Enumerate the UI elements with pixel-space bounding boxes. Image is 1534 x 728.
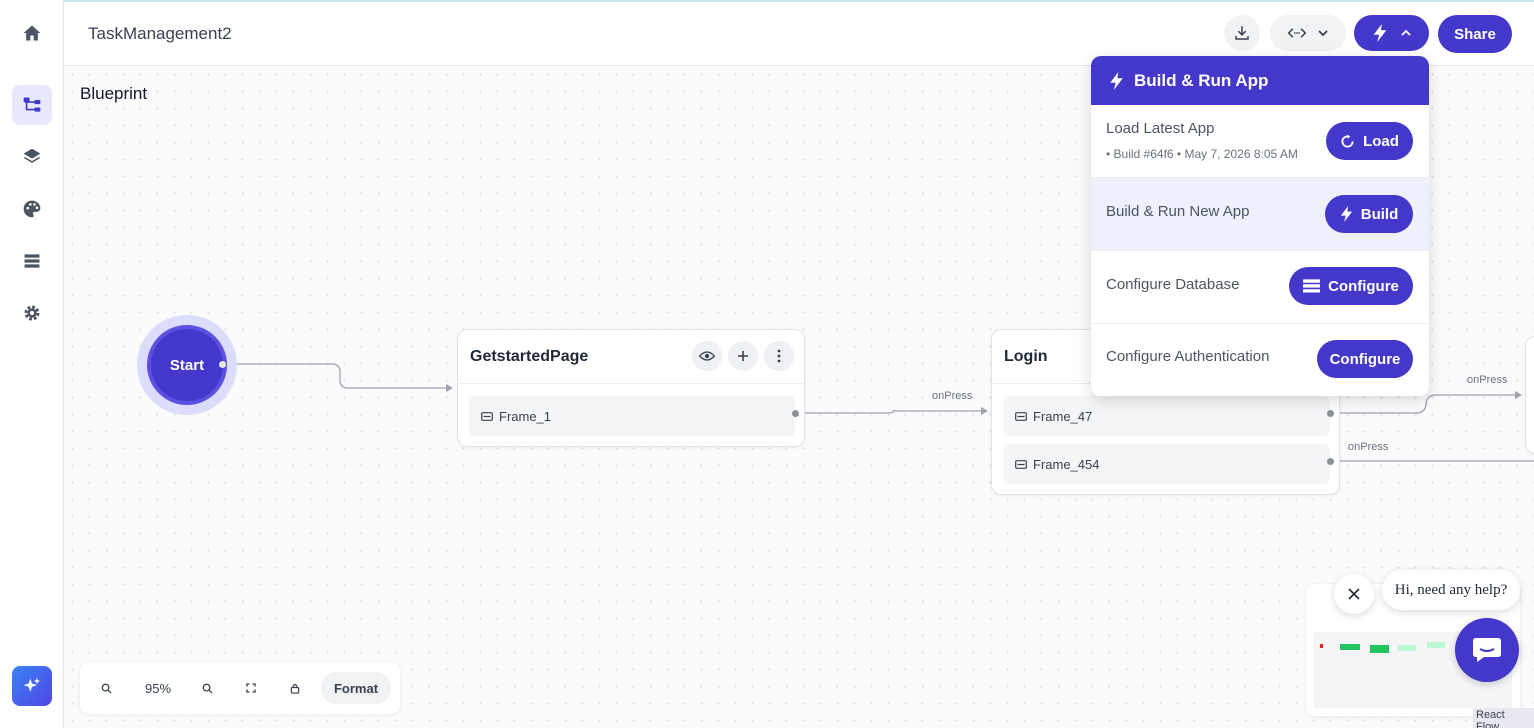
- add-button[interactable]: [728, 341, 758, 371]
- canvas-controls: 95% Format: [80, 662, 400, 714]
- edge-label: onPress: [1467, 374, 1508, 386]
- node-title: Login: [1004, 348, 1048, 365]
- sidebar: [0, 0, 64, 728]
- dropdown-title: Build & Run App: [1134, 70, 1269, 90]
- chat-launcher-button[interactable]: [1455, 618, 1519, 682]
- frame-handle[interactable]: [792, 410, 799, 417]
- edge-frame47-next: [1330, 394, 1520, 414]
- zoom-level: 95%: [144, 680, 172, 696]
- flow-tree-icon: [23, 97, 41, 112]
- chat-greeting[interactable]: Hi, need any help?: [1382, 570, 1520, 610]
- build-new-row: Build & Run New App Build: [1091, 178, 1429, 251]
- edge-start-getstarted: [222, 363, 452, 389]
- format-button[interactable]: Format: [321, 672, 391, 704]
- configure-auth-row: Configure Authentication Configure: [1091, 324, 1429, 396]
- sidebar-item-database[interactable]: [12, 241, 52, 281]
- refresh-icon: [1341, 133, 1354, 147]
- row-label: Configure Authentication: [1106, 348, 1270, 365]
- download-icon: [1235, 26, 1249, 40]
- node-title: GetstartedPage: [470, 348, 589, 365]
- preview-button[interactable]: [692, 341, 722, 371]
- zoom-in-icon: [202, 683, 213, 694]
- edge-label: onPress: [1348, 441, 1389, 453]
- minimap-node: [1370, 645, 1389, 653]
- sparkle-icon: [23, 677, 41, 692]
- close-icon: [1348, 588, 1360, 600]
- list-icon: [24, 254, 40, 268]
- configure-auth-button[interactable]: Configure: [1317, 340, 1413, 378]
- lightning-icon: [1373, 24, 1386, 42]
- configure-database-button[interactable]: Configure: [1289, 267, 1413, 305]
- more-vertical-icon: [777, 349, 781, 363]
- zoom-in-button[interactable]: [195, 676, 219, 700]
- build-run-menu-button[interactable]: [1354, 15, 1429, 51]
- frame-icon: [1015, 459, 1027, 469]
- chat-icon: [1473, 638, 1501, 662]
- frame-handle[interactable]: [1327, 410, 1334, 417]
- frame-row[interactable]: Frame_454: [1003, 444, 1330, 484]
- start-node-label: Start: [147, 325, 227, 405]
- row-label: Build & Run New App: [1106, 203, 1250, 220]
- load-latest-row: Load Latest App • Build #64f6 • May 7, 2…: [1091, 105, 1429, 178]
- sidebar-item-layers[interactable]: [12, 137, 52, 177]
- minimap-node: [1320, 644, 1323, 648]
- home-button[interactable]: [12, 13, 52, 53]
- lightning-icon: [1110, 71, 1123, 90]
- frame-row[interactable]: Frame_47: [1003, 396, 1330, 436]
- code-icon: [1287, 28, 1307, 38]
- build-info: • Build #64f6 • May 7, 2026 8:05 AM: [1106, 147, 1298, 161]
- configure-database-row: Configure Database Configure: [1091, 251, 1429, 324]
- chat-close-button[interactable]: [1334, 574, 1374, 614]
- database-list-icon: [1303, 279, 1321, 293]
- sidebar-item-settings[interactable]: [12, 293, 52, 333]
- code-view-button[interactable]: [1270, 15, 1346, 51]
- row-label: Load Latest App: [1106, 120, 1215, 137]
- fit-view-button[interactable]: [239, 676, 263, 700]
- react-flow-attribution[interactable]: React Flow: [1473, 708, 1534, 728]
- lock-icon: [290, 683, 300, 694]
- sidebar-item-blueprint[interactable]: [12, 85, 52, 125]
- frame-icon: [1015, 411, 1027, 421]
- palette-icon: [23, 200, 41, 218]
- project-title: TaskManagement2: [88, 24, 232, 43]
- frame-name: Frame_454: [1033, 456, 1100, 472]
- node-header: GetstartedPage: [458, 330, 804, 384]
- fit-view-icon: [246, 683, 256, 693]
- zoom-out-button[interactable]: [94, 676, 118, 700]
- eye-icon: [699, 351, 715, 361]
- page-node-partial[interactable]: [1525, 336, 1534, 454]
- frame-name: Frame_1: [499, 408, 552, 424]
- chevron-down-icon: [1318, 30, 1328, 37]
- minimap-node: [1398, 645, 1416, 651]
- start-handle[interactable]: [219, 361, 226, 368]
- home-icon: [23, 25, 41, 41]
- lightning-icon: [1340, 206, 1352, 222]
- minimap-node: [1340, 644, 1360, 650]
- node-actions: [692, 341, 794, 371]
- layers-icon: [23, 148, 41, 163]
- page-node-getstarted[interactable]: GetstartedPage Frame_1: [457, 329, 805, 447]
- frame-row[interactable]: Frame_1: [469, 396, 795, 436]
- minimap-node: [1427, 642, 1445, 648]
- frame-name: Frame_47: [1033, 408, 1093, 424]
- edge-label: onPress: [932, 390, 973, 402]
- row-label: Configure Database: [1106, 276, 1240, 293]
- build-run-dropdown: Build & Run App Load Latest App • Build …: [1091, 56, 1429, 396]
- zoom-out-icon: [101, 683, 112, 694]
- build-button[interactable]: Build: [1325, 195, 1413, 233]
- frame-icon: [481, 411, 493, 421]
- share-button[interactable]: Share: [1438, 15, 1512, 53]
- more-options-button[interactable]: [764, 341, 794, 371]
- sidebar-item-theme[interactable]: [12, 189, 52, 229]
- frame-handle[interactable]: [1327, 458, 1334, 465]
- load-button[interactable]: Load: [1326, 122, 1413, 160]
- download-button[interactable]: [1224, 15, 1260, 51]
- lock-button[interactable]: [283, 676, 307, 700]
- dropdown-header: Build & Run App: [1091, 56, 1429, 105]
- chevron-up-icon: [1400, 29, 1411, 36]
- plus-icon: [738, 351, 748, 361]
- edge-frame1-login: [796, 409, 987, 414]
- gear-icon: [24, 305, 40, 321]
- ai-assistant-button[interactable]: [12, 666, 52, 706]
